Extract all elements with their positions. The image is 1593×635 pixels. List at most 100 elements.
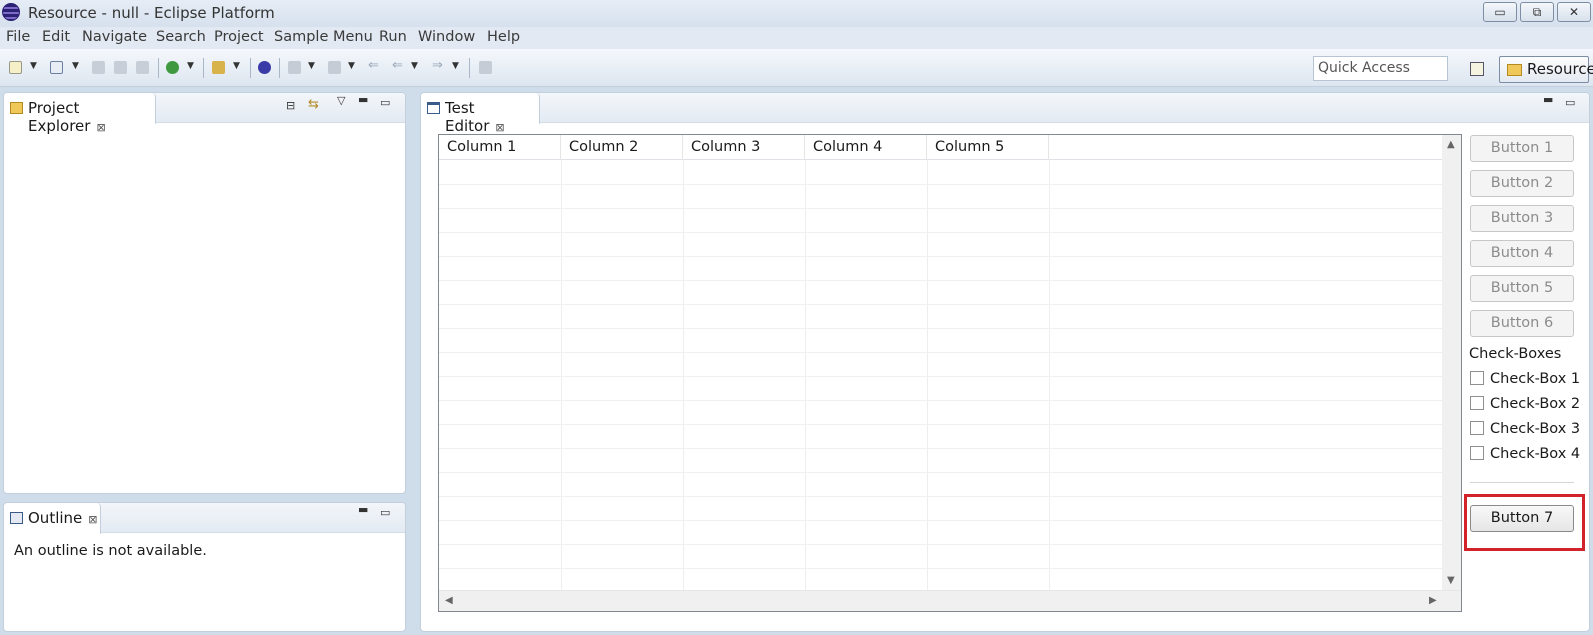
minimize-view-icon[interactable]: ▬ (358, 503, 368, 516)
button-4[interactable]: Button 4 (1470, 240, 1574, 267)
tab-test-editor[interactable]: Test Editor ⊠ (421, 93, 540, 135)
new-dropdown-icon[interactable]: ▼ (30, 61, 37, 71)
separator (1470, 482, 1574, 483)
row-gridline (439, 568, 1461, 569)
button-2[interactable]: Button 2 (1470, 170, 1574, 197)
checkbox-box[interactable] (1470, 371, 1484, 385)
forward-dropdown-icon[interactable]: ▼ (452, 61, 459, 71)
maximize-view-icon[interactable]: ▭ (380, 96, 390, 109)
toolbar-separator (250, 58, 251, 78)
run-dropdown-icon[interactable]: ▼ (187, 61, 194, 71)
scroll-right-icon[interactable]: ▶ (1429, 595, 1437, 606)
row-gridline (439, 280, 1461, 281)
menu-project[interactable]: Project (214, 29, 264, 45)
resource-perspective-button[interactable]: Resource (1499, 56, 1593, 83)
maximize-editor-icon[interactable]: ▭ (1565, 96, 1575, 109)
close-tab-icon[interactable]: ⊠ (96, 121, 105, 134)
open-perspective-icon[interactable] (1470, 62, 1484, 76)
row-gridline (439, 304, 1461, 305)
button-1[interactable]: Button 1 (1470, 135, 1574, 162)
maximize-view-icon[interactable]: ▭ (380, 506, 390, 519)
horizontal-scrollbar[interactable]: ◀ ▶ (439, 590, 1461, 611)
link-with-editor-icon[interactable]: ⇆ (308, 97, 319, 112)
checkbox-box[interactable] (1470, 421, 1484, 435)
quick-access-input[interactable]: Quick Access (1313, 56, 1448, 81)
new-project-icon[interactable] (50, 61, 63, 74)
menu-navigate[interactable]: Navigate (82, 29, 147, 45)
checkbox-box[interactable] (1470, 396, 1484, 410)
minimize-view-icon[interactable]: ▬ (358, 93, 368, 106)
next-annotation-icon[interactable] (288, 61, 301, 74)
column-divider (805, 160, 806, 602)
column-divider (927, 160, 928, 602)
close-button[interactable]: ✕ (1557, 2, 1591, 22)
column-header-5[interactable]: Column 5 (927, 135, 1049, 160)
pin-editor-icon[interactable] (479, 61, 492, 74)
run-icon[interactable] (166, 61, 179, 74)
collapse-all-icon[interactable]: ⊟ (286, 99, 295, 112)
back-dropdown-icon[interactable]: ▼ (411, 61, 418, 71)
menu-file[interactable]: File (6, 29, 30, 45)
globe-icon[interactable] (258, 61, 271, 74)
outline-icon (10, 512, 23, 524)
tab-project-explorer[interactable]: Project Explorer ⊠ (4, 93, 156, 135)
forward-icon[interactable]: ⇒ (432, 58, 443, 73)
view-menu-icon[interactable]: ▽ (337, 94, 345, 107)
new-icon[interactable] (9, 61, 22, 74)
column-header-3[interactable]: Column 3 (683, 135, 805, 160)
editor-icon (427, 102, 440, 114)
toolbar-separator (203, 58, 204, 78)
button-6[interactable]: Button 6 (1470, 310, 1574, 337)
scroll-up-icon[interactable]: ▲ (1447, 139, 1455, 150)
outline-panel: Outline ⊠ ▬ ▭ An outline is not available… (3, 502, 406, 632)
external-tools-dropdown-icon[interactable]: ▼ (233, 61, 240, 71)
next-annotation-dropdown-icon[interactable]: ▼ (308, 61, 315, 71)
tab-outline[interactable]: Outline ⊠ (4, 503, 101, 534)
outline-tab-strip: Outline ⊠ ▬ ▭ (4, 503, 405, 534)
close-tab-icon[interactable]: ⊠ (88, 513, 97, 526)
scroll-down-icon[interactable]: ▼ (1447, 575, 1455, 586)
previous-annotation-dropdown-icon[interactable]: ▼ (348, 61, 355, 71)
print-icon[interactable] (136, 61, 149, 74)
row-gridline (439, 328, 1461, 329)
column-header-4[interactable]: Column 4 (805, 135, 927, 160)
menu-search[interactable]: Search (156, 29, 206, 45)
checkbox-2[interactable]: Check-Box 2 (1470, 396, 1580, 412)
last-edit-icon[interactable]: ⇐ (368, 58, 379, 73)
perspective-label: Resource (1527, 60, 1593, 78)
project-explorer-icon (10, 102, 23, 114)
save-icon[interactable] (92, 61, 105, 74)
menu-window[interactable]: Window (418, 29, 475, 45)
previous-annotation-icon[interactable] (328, 61, 341, 74)
checkbox-box[interactable] (1470, 446, 1484, 460)
external-tools-icon[interactable] (212, 61, 225, 74)
menu-run[interactable]: Run (379, 29, 407, 45)
menu-edit[interactable]: Edit (42, 29, 70, 45)
scroll-left-icon[interactable]: ◀ (445, 595, 453, 606)
row-gridline (439, 472, 1461, 473)
minimize-button[interactable]: ▭ (1483, 2, 1517, 22)
vertical-scrollbar[interactable]: ▲ ▼ (1442, 135, 1461, 591)
close-tab-icon[interactable]: ⊠ (495, 121, 504, 134)
column-divider (1049, 160, 1050, 602)
column-header-1[interactable]: Column 1 (439, 135, 561, 160)
save-all-icon[interactable] (114, 61, 127, 74)
back-icon[interactable]: ⇐ (392, 58, 403, 73)
project-explorer-tab-strip: Project Explorer ⊠ ⊟ ⇆ ▽ ▬ ▭ (4, 93, 405, 135)
new-project-dropdown-icon[interactable]: ▼ (72, 61, 79, 71)
button-3[interactable]: Button 3 (1470, 205, 1574, 232)
button-5[interactable]: Button 5 (1470, 275, 1574, 302)
checkbox-1[interactable]: Check-Box 1 (1470, 371, 1580, 387)
menu-sample-menu[interactable]: Sample Menu (274, 29, 373, 45)
toolbar-separator (158, 58, 159, 78)
menu-help[interactable]: Help (487, 29, 520, 45)
editor-tab-strip: Test Editor ⊠ ▬ ▭ (421, 93, 1589, 135)
data-table[interactable]: Column 1 Column 2 Column 3 Column 4 Colu… (438, 134, 1462, 612)
restore-button[interactable]: ⧉ (1520, 2, 1554, 22)
row-gridline (439, 544, 1461, 545)
checkbox-3[interactable]: Check-Box 3 (1470, 421, 1580, 437)
checkbox-4[interactable]: Check-Box 4 (1470, 446, 1580, 462)
column-header-2[interactable]: Column 2 (561, 135, 683, 160)
minimize-editor-icon[interactable]: ▬ (1543, 93, 1553, 106)
row-gridline (439, 424, 1461, 425)
